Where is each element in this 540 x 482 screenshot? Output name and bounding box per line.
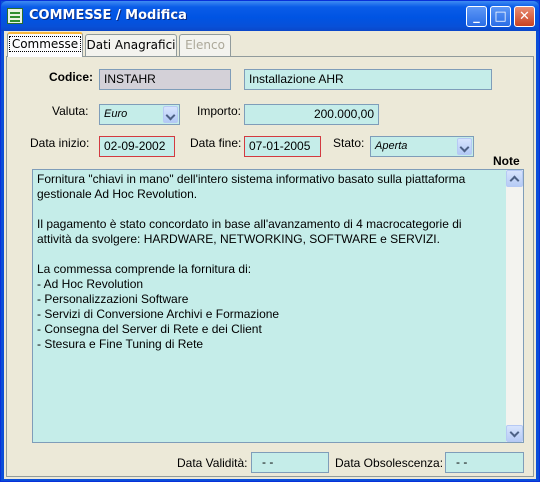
- data-validita-label: Data Validità:: [177, 456, 248, 470]
- data-fine-label: Data fine:: [190, 136, 242, 150]
- note-text: Fornitura "chiavi in mano" dell'intero s…: [37, 172, 503, 352]
- minimize-icon: _: [473, 9, 480, 24]
- importo-label: Importo:: [197, 104, 242, 118]
- maximize-button[interactable]: □: [490, 6, 511, 27]
- tab-commesse[interactable]: Commesse: [7, 32, 83, 57]
- importo-field[interactable]: 200.000,00: [244, 104, 379, 125]
- codice-field[interactable]: INSTAHR: [99, 69, 231, 90]
- window-title: COMMESSE / Modifica: [29, 8, 187, 23]
- note-line: - Ad Hoc Revolution: [37, 277, 144, 291]
- note-line: Fornitura "chiavi in mano" dell'intero s…: [37, 172, 466, 186]
- chevron-down-icon[interactable]: [163, 106, 178, 123]
- scroll-down-icon[interactable]: [506, 425, 523, 442]
- data-obsolescenza-label: Data Obsolescenza:: [335, 456, 444, 470]
- note-line: [37, 202, 503, 217]
- note-label: Note: [493, 154, 520, 168]
- note-line: - Stesura e Fine Tuning di Rete: [37, 337, 204, 351]
- data-inizio-label: Data inizio:: [30, 136, 90, 150]
- data-obsolescenza-field[interactable]: - -: [445, 452, 524, 473]
- title-bar[interactable]: COMMESSE / Modifica _ □ ✕: [1, 1, 539, 31]
- note-textarea[interactable]: Fornitura "chiavi in mano" dell'intero s…: [32, 169, 524, 443]
- note-line: Il pagamento è stato concordato in base …: [37, 217, 462, 231]
- data-fine-field[interactable]: 07-01-2005: [244, 136, 321, 157]
- chevron-down-icon[interactable]: [457, 138, 472, 155]
- data-inizio-field[interactable]: 02-09-2002: [99, 136, 175, 157]
- close-button[interactable]: ✕: [514, 6, 535, 27]
- close-icon: ✕: [519, 9, 530, 24]
- note-line: attività da svolgere: HARDWARE, NETWORKI…: [37, 232, 440, 246]
- note-line: - Personalizzazioni Software: [37, 292, 189, 306]
- stato-select[interactable]: Aperta: [370, 136, 474, 157]
- maximize-icon: □: [494, 9, 507, 24]
- scroll-up-icon[interactable]: [506, 170, 523, 187]
- note-line: gestionale Ad Hoc Revolution.: [37, 187, 198, 201]
- note-line: La commessa comprende la fornitura di:: [37, 262, 252, 276]
- note-scrollbar[interactable]: [506, 170, 523, 442]
- note-line: - Servizi di Conversione Archivi e Forma…: [37, 307, 280, 321]
- tab-elenco: Elenco: [179, 34, 231, 56]
- commesse-window: COMMESSE / Modifica _ □ ✕ Commesse Dati …: [0, 0, 540, 482]
- minimize-button[interactable]: _: [466, 6, 487, 27]
- stato-label: Stato:: [333, 136, 365, 150]
- data-validita-field[interactable]: - -: [251, 452, 329, 473]
- codice-label: Codice:: [49, 70, 94, 84]
- window-client-area: Commesse Dati Anagrafici Elenco Codice: …: [4, 31, 536, 479]
- note-line: [37, 247, 503, 262]
- note-line: - Consegna del Server di Rete e dei Clie…: [37, 322, 262, 336]
- valuta-select[interactable]: Euro: [99, 104, 180, 125]
- tab-dati-anagrafici[interactable]: Dati Anagrafici: [85, 34, 177, 56]
- form-icon: [7, 8, 23, 24]
- valuta-label: Valuta:: [52, 104, 89, 118]
- descrizione-field[interactable]: Installazione AHR: [244, 69, 492, 90]
